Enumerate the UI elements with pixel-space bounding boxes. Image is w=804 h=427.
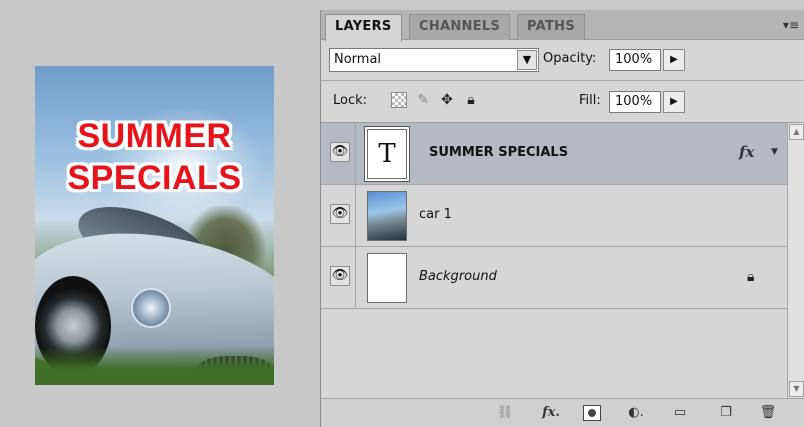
tab-channels[interactable]: CHANNELS [409,14,511,40]
scroll-down-arrow-icon[interactable]: ▼ [789,381,804,397]
blend-mode-value: Normal [334,52,382,67]
divider [355,247,356,309]
layer-lock-icon: 🔒︎ [747,269,755,285]
panel-menu-icon[interactable]: ▾≡ [783,18,799,32]
delete-layer-trash-icon[interactable]: 🗑︎ [759,405,777,421]
dropdown-dot-icon: . [555,405,560,420]
headline-line1: SUMMER [77,117,232,155]
layer-effects-fx-icon[interactable]: fx [739,143,754,161]
car-headlight [131,288,171,328]
layer-name[interactable]: car 1 [419,207,452,222]
poster-image[interactable]: SUMMER SPECIALS [35,66,274,385]
visibility-eye-icon[interactable]: 👁︎ [330,204,350,224]
headline-line2: SPECIALS [67,159,242,197]
opacity-input[interactable]: 100% [609,49,661,71]
grass [35,346,274,385]
layers-panel: LAYERS CHANNELS PATHS ▾≡ Normal ▼ Opacit… [320,10,804,427]
add-mask-icon[interactable] [583,405,601,421]
lock-position-move-icon[interactable]: ✥ [439,92,455,108]
link-layers-icon[interactable]: ⛓ [493,405,517,421]
adjustment-layer-icon[interactable]: ◐. [627,405,645,421]
expand-effects-triangle-icon[interactable]: ▼ [771,147,778,157]
opacity-slider-arrow-icon[interactable]: ▶ [663,49,685,71]
layer-row-car-1[interactable]: 👁︎ car 1 [321,185,787,247]
layers-list: 👁︎ T SUMMER SPECIALS fx ▼ 👁︎ car 1 👁︎ Ba… [321,123,787,398]
divider [355,185,356,247]
tab-layers[interactable]: LAYERS [325,14,402,41]
layer-row-background[interactable]: 👁︎ Background 🔒︎ [321,247,787,309]
fill-label: Fill: [579,93,601,108]
layers-scrollbar[interactable]: ▲ ▼ [787,123,804,398]
new-layer-icon[interactable]: ❐ [717,405,735,421]
new-group-folder-icon[interactable]: ▭ [671,405,689,421]
lock-image-pixels-brush-icon[interactable]: ✎ [415,92,431,108]
fill-input[interactable]: 100% [609,91,661,113]
divider [321,80,804,81]
add-layer-style-fx-icon[interactable]: fx. [539,405,563,421]
blend-mode-select[interactable]: Normal ▼ [329,48,539,72]
fill-slider-arrow-icon[interactable]: ▶ [663,91,685,113]
image-layer-thumbnail[interactable] [367,191,407,241]
layer-name[interactable]: Background [419,269,497,284]
layer-name[interactable]: SUMMER SPECIALS [429,145,568,160]
visibility-eye-icon[interactable]: 👁︎ [330,266,350,286]
background-layer-thumbnail[interactable] [367,253,407,303]
tab-paths[interactable]: PATHS [517,14,585,40]
lock-all-padlock-icon[interactable]: 🔒︎ [463,92,479,108]
fx-button-label: fx [542,405,556,420]
divider [355,123,356,185]
layers-bottom-toolbar: ⛓ fx. ◐. ▭ ❐ 🗑︎ [321,398,804,427]
document-canvas-area: SUMMER SPECIALS [0,0,320,427]
opacity-label: Opacity: [543,51,597,66]
chevron-down-icon[interactable]: ▼ [517,50,537,70]
lock-label: Lock: [333,93,368,108]
type-layer-thumbnail[interactable]: T [365,127,409,181]
scroll-up-arrow-icon[interactable]: ▲ [789,124,804,140]
layer-row-summer-specials[interactable]: 👁︎ T SUMMER SPECIALS fx ▼ [321,123,787,185]
visibility-eye-icon[interactable]: 👁︎ [330,142,350,162]
lock-transparent-pixels-icon[interactable] [391,92,407,108]
panel-tab-bar: LAYERS CHANNELS PATHS ▾≡ [321,10,804,41]
